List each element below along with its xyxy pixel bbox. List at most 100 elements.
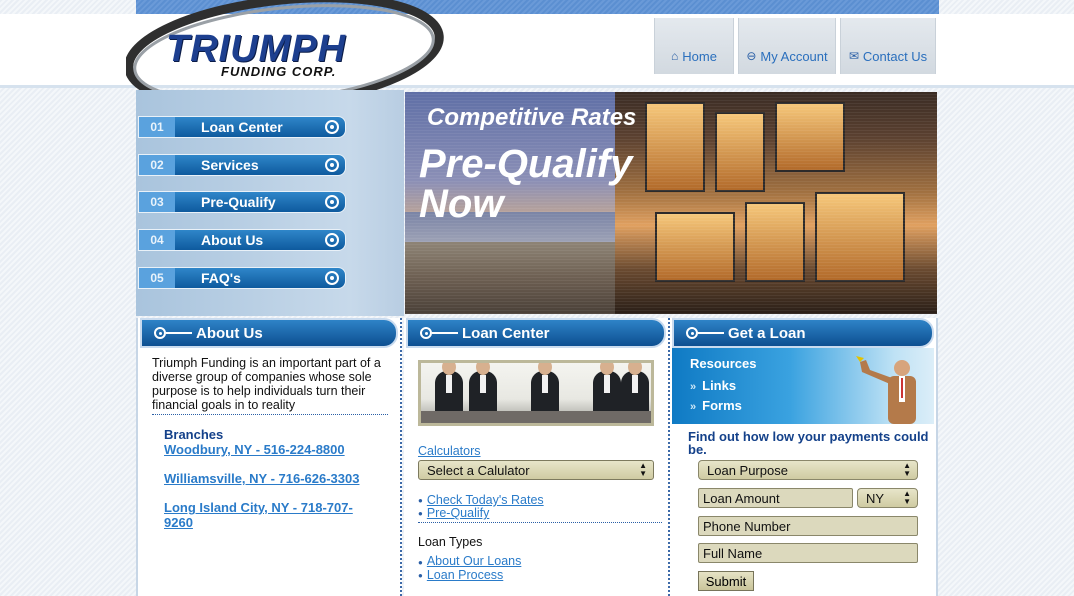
loan-types-title: Loan Types (418, 535, 483, 550)
about-us-header: About Us (140, 318, 398, 348)
full-name-placeholder: Full Name (703, 545, 763, 561)
hero-subheading: Competitive Rates (427, 104, 637, 131)
calculator-select-value: Select a Calulator (427, 462, 530, 478)
home-icon: ⌂ (671, 49, 679, 63)
menu-item-loan-center[interactable]: 01 Loan Center (138, 116, 346, 138)
nav-contact-us-button[interactable]: ✉ Contact Us (840, 18, 936, 74)
menu-item-label: Services (201, 157, 259, 173)
get-a-loan-header: Get a Loan (672, 318, 934, 348)
nav-contact-us-label: Contact Us (862, 48, 928, 64)
loan-type-links: About Our Loans Loan Process (418, 555, 668, 581)
resources-links-link[interactable]: » Links (690, 378, 736, 393)
branch-link-williamsville[interactable]: Williamsville, NY - 716-626-3303 (164, 471, 400, 486)
about-us-heading: About Us (196, 324, 263, 342)
radio-bullet-icon (154, 327, 166, 339)
radio-bullet-icon (325, 233, 339, 247)
calculators-link[interactable]: Calculators (418, 444, 481, 458)
menu-item-pre-qualify[interactable]: 03 Pre-Qualify (138, 191, 346, 213)
about-us-column: About Us Triumph Funding is an important… (136, 318, 402, 596)
double-chevron-icon: » (690, 401, 697, 413)
resources-link-label: Forms (702, 398, 742, 413)
header-line (166, 332, 192, 334)
resources-title: Resources (690, 356, 757, 371)
loan-center-column: Loan Center Calculators Select a Calulat… (404, 318, 670, 596)
select-arrows-icon: ▲ ▼ (903, 489, 911, 506)
get-a-loan-column: Get a Loan Resources » Links » Forms Find … (670, 318, 938, 596)
menu-item-number: 01 (139, 117, 175, 137)
loan-purpose-value: Loan Purpose (707, 462, 788, 478)
logo-subtitle: FUNDING CORP. (221, 64, 337, 79)
radio-bullet-icon (686, 327, 698, 339)
full-name-field[interactable]: Full Name (698, 543, 918, 563)
header-line (432, 332, 458, 334)
loan-process-link[interactable]: Loan Process (427, 568, 503, 582)
side-menu: 01 Loan Center 02 Services 03 Pre-Qualif… (136, 90, 404, 316)
branch-link-woodbury[interactable]: Woodbury, NY - 516-224-8800 (164, 442, 400, 457)
menu-item-label: About Us (201, 232, 264, 248)
about-our-loans-link[interactable]: About Our Loans (427, 554, 522, 568)
hero-heading-line1: Pre-Qualify (419, 142, 633, 186)
form-row: Loan Amount NY ▲ ▼ (698, 488, 918, 508)
loan-amount-field[interactable]: Loan Amount (698, 488, 853, 508)
branches-section: Branches Woodbury, NY - 516-224-8800 Wil… (164, 427, 400, 530)
menu-item-label: FAQ's (201, 270, 241, 286)
resources-link-label: Links (702, 378, 737, 393)
lock-icon: ⊖ (746, 49, 757, 63)
businessman-image (856, 356, 916, 424)
list-item: Pre-Qualify (418, 507, 668, 520)
menu-item-faqs[interactable]: 05 FAQ's (138, 267, 346, 289)
divider (418, 522, 662, 524)
resources-forms-link[interactable]: » Forms (690, 398, 742, 413)
state-select[interactable]: NY ▲ ▼ (857, 488, 918, 508)
radio-bullet-icon (325, 120, 339, 134)
select-arrows-icon: ▲ ▼ (639, 461, 647, 478)
team-photo (418, 360, 654, 426)
nav-home-label: Home (682, 48, 717, 64)
calculator-select[interactable]: Select a Calulator ▲ ▼ (418, 460, 654, 480)
menu-item-about-us[interactable]: 04 About Us (138, 229, 346, 251)
resources-panel: Resources » Links » Forms (672, 348, 934, 424)
form-row: Loan Purpose ▲ ▼ (698, 460, 918, 480)
top-navigation: ⌂ Home ⊖ My Account ✉ Contact Us (654, 18, 940, 74)
loan-amount-placeholder: Loan Amount (703, 490, 780, 506)
menu-item-label: Pre-Qualify (201, 194, 276, 210)
nav-home-button[interactable]: ⌂ Home (654, 18, 734, 74)
radio-bullet-icon (325, 271, 339, 285)
loan-center-header: Loan Center (406, 318, 666, 348)
list-item: Loan Process (418, 568, 668, 582)
menu-item-number: 04 (139, 230, 175, 250)
menu-item-number: 05 (139, 268, 175, 288)
nav-my-account-label: My Account (760, 48, 828, 64)
get-a-loan-heading: Get a Loan (728, 324, 806, 342)
form-row: Full Name (698, 543, 918, 563)
menu-item-number: 02 (139, 155, 175, 175)
mail-icon: ✉ (848, 49, 859, 63)
radio-bullet-icon (420, 327, 432, 339)
phone-number-placeholder: Phone Number (703, 518, 791, 534)
rates-links: Check Today's Rates Pre-Qualify (418, 494, 668, 520)
header-line (698, 332, 724, 334)
menu-item-label: Loan Center (201, 119, 283, 135)
radio-bullet-icon (325, 158, 339, 172)
pre-qualify-link[interactable]: Pre-Qualify (427, 506, 490, 520)
loan-purpose-select[interactable]: Loan Purpose ▲ ▼ (698, 460, 918, 480)
menu-item-number: 03 (139, 192, 175, 212)
hero-heading-line2: Now (419, 182, 504, 226)
submit-button[interactable]: Submit (698, 571, 754, 591)
double-chevron-icon: » (690, 381, 697, 393)
form-row: Phone Number (698, 516, 918, 536)
state-select-value: NY (866, 490, 885, 506)
select-arrows-icon: ▲ ▼ (903, 461, 911, 478)
about-us-text: Triumph Funding is an important part of … (152, 356, 388, 415)
branch-link-long-island-city[interactable]: Long Island City, NY - 718-707-9260 (164, 500, 374, 530)
menu-item-services[interactable]: 02 Services (138, 154, 346, 176)
hero-banner[interactable]: Competitive Rates Pre-Qualify Now (405, 92, 937, 314)
check-rates-link[interactable]: Check Today's Rates (427, 493, 544, 507)
hero-heading: Pre-Qualify Now (419, 144, 632, 224)
radio-bullet-icon (325, 195, 339, 209)
loan-center-heading: Loan Center (462, 324, 550, 342)
payments-heading: Find out how low your payments could be. (688, 429, 929, 457)
phone-number-field[interactable]: Phone Number (698, 516, 918, 536)
branches-title: Branches (164, 427, 224, 442)
nav-my-account-button[interactable]: ⊖ My Account (738, 18, 836, 74)
